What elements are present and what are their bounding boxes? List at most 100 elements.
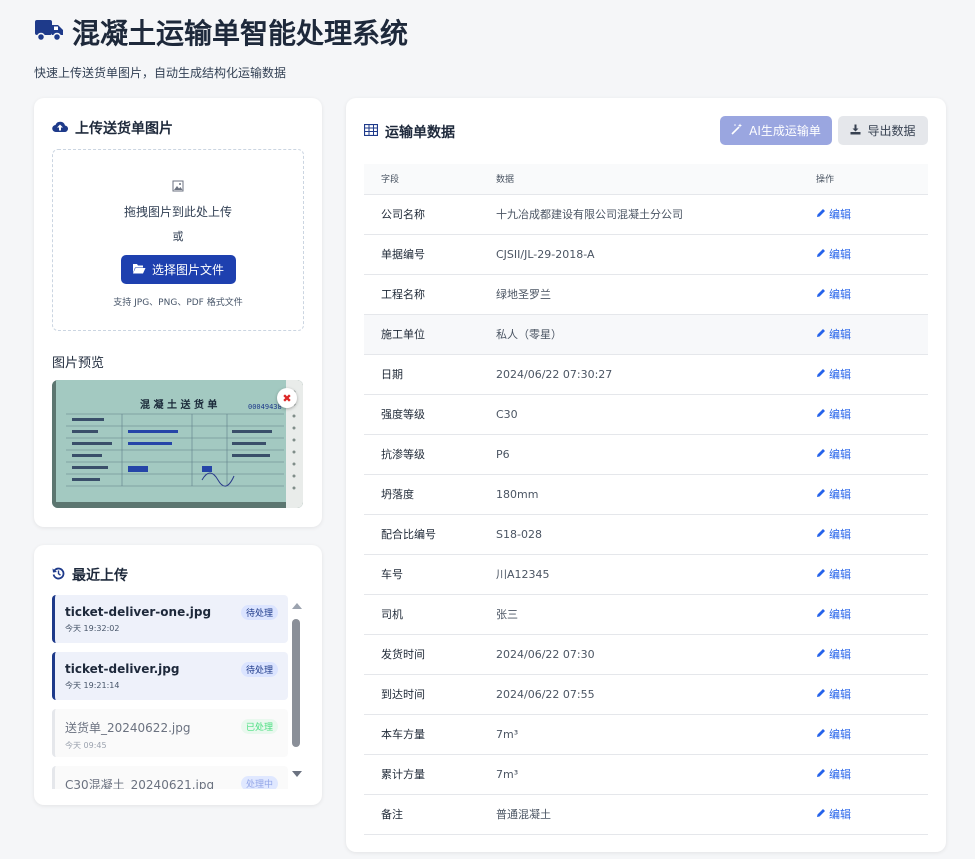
field-value: CJSII/JL-29-2018-A (496, 234, 816, 275)
download-icon (850, 124, 861, 138)
edit-button[interactable]: 编辑 (816, 806, 851, 822)
table-row: 备注 普通混凝土 编辑 (364, 794, 928, 835)
field-value: P6 (496, 434, 816, 475)
edit-button[interactable]: 编辑 (816, 686, 851, 702)
table-row: 到达时间 2024/06/22 07:55 编辑 (364, 674, 928, 715)
edit-button[interactable]: 编辑 (816, 486, 851, 502)
magic-wand-icon (731, 123, 743, 138)
edit-label: 编辑 (829, 768, 851, 781)
status-badge: 已处理 (240, 719, 278, 734)
table-row: 车号 川A12345 编辑 (364, 554, 928, 595)
upload-card-title: 上传送货单图片 (52, 118, 173, 138)
choose-file-button[interactable]: 选择图片文件 (120, 255, 236, 284)
preview-label: 图片预览 (52, 356, 105, 371)
recent-item[interactable]: C30混凝土_20240621.jpg 处理中 (52, 766, 288, 789)
table-row: 本车方量 7m³ 编辑 (364, 714, 928, 755)
edit-button[interactable]: 编辑 (816, 566, 851, 582)
edit-button[interactable]: 编辑 (816, 606, 851, 622)
edit-button[interactable]: 编辑 (816, 766, 851, 782)
scroll-up-arrow[interactable] (292, 603, 302, 609)
history-icon (52, 567, 65, 584)
pencil-icon (816, 528, 826, 541)
field-value: 十九冶成都建设有限公司混凝土分公司 (496, 194, 816, 235)
table-icon (363, 123, 379, 140)
edit-button[interactable]: 编辑 (816, 446, 851, 462)
edit-label: 编辑 (829, 368, 851, 381)
recent-item[interactable]: 送货单_20240622.jpg 今天 09:45 已处理 (52, 709, 288, 757)
edit-button[interactable]: 编辑 (816, 206, 851, 222)
folder-open-icon (132, 263, 146, 277)
edit-label: 编辑 (829, 688, 851, 701)
field-name: 坍落度 (364, 474, 496, 515)
edit-button[interactable]: 编辑 (816, 646, 851, 662)
edit-label: 编辑 (829, 568, 851, 581)
field-name: 车号 (364, 554, 496, 595)
recent-item-time: 今天 19:32:02 (65, 624, 120, 633)
recent-card-title: 最近上传 (52, 565, 128, 585)
field-value: 川A12345 (496, 554, 816, 595)
field-name: 公司名称 (364, 194, 496, 235)
table-row: 累计方量 7m³ 编辑 (364, 754, 928, 795)
page-title: 混凝土运输单智能处理系统 (34, 12, 408, 52)
pencil-icon (816, 688, 826, 701)
action-cell: 编辑 (816, 354, 928, 395)
recent-item[interactable]: ticket-deliver-one.jpg 今天 19:32:02 待处理 (52, 595, 288, 643)
pencil-icon (816, 368, 826, 381)
edit-button[interactable]: 编辑 (816, 526, 851, 542)
field-value: C30 (496, 394, 816, 435)
edit-button[interactable]: 编辑 (816, 246, 851, 262)
field-name: 抗渗等级 (364, 434, 496, 475)
table-row: 配合比编号 S18-028 编辑 (364, 514, 928, 555)
ai-generate-button[interactable]: AI生成运输单 (720, 116, 832, 145)
field-value: 2024/06/22 07:30:27 (496, 354, 816, 395)
edit-label: 编辑 (829, 288, 851, 301)
scroll-thumb[interactable] (292, 619, 300, 747)
recent-scrollbar[interactable] (290, 603, 302, 783)
pencil-icon (816, 288, 826, 301)
edit-button[interactable]: 编辑 (816, 406, 851, 422)
action-cell: 编辑 (816, 474, 928, 515)
recent-item[interactable]: ticket-deliver.jpg 今天 19:21:14 待处理 (52, 652, 288, 700)
field-name: 单据编号 (364, 234, 496, 275)
truck-icon (34, 16, 64, 49)
page-subtitle: 快速上传送货单图片，自动生成结构化运输数据 (34, 66, 287, 80)
action-cell: 编辑 (816, 194, 928, 235)
field-name: 发货时间 (364, 634, 496, 675)
edit-label: 编辑 (829, 488, 851, 501)
scroll-down-arrow[interactable] (292, 771, 302, 777)
export-button[interactable]: 导出数据 (838, 116, 928, 145)
field-name: 日期 (364, 354, 496, 395)
edit-label: 编辑 (829, 648, 851, 661)
recent-card: 最近上传 ticket-deliver-one.jpg 今天 19:32:02 … (34, 545, 322, 805)
field-name: 本车方量 (364, 714, 496, 755)
pencil-icon (816, 568, 826, 581)
field-value: 私人（零星） (496, 314, 816, 355)
edit-button[interactable]: 编辑 (816, 286, 851, 302)
column-header: 数据 (496, 164, 816, 195)
table-row: 强度等级 C30 编辑 (364, 394, 928, 435)
field-name: 到达时间 (364, 674, 496, 715)
action-cell: 编辑 (816, 274, 928, 315)
status-badge: 待处理 (240, 662, 278, 677)
field-value: 2024/06/22 07:30 (496, 634, 816, 675)
edit-button[interactable]: 编辑 (816, 366, 851, 382)
pencil-icon (816, 248, 826, 261)
drop-text: 拖拽图片到此处上传 (123, 205, 232, 219)
table-row: 施工单位 私人（零星） 编辑 (364, 314, 928, 355)
action-cell: 编辑 (816, 234, 928, 275)
action-cell: 编辑 (816, 594, 928, 635)
edit-button[interactable]: 编辑 (816, 326, 851, 342)
pencil-icon (816, 408, 826, 421)
field-value: 普通混凝土 (496, 794, 816, 835)
pencil-icon (816, 608, 826, 621)
edit-label: 编辑 (829, 728, 851, 741)
remove-image-button[interactable]: ✖ (277, 388, 297, 408)
dropzone[interactable]: 拖拽图片到此处上传 或 选择图片文件 支持 JPG、PNG、PDF 格式文件 (52, 149, 304, 331)
recent-item-time: 今天 09:45 (65, 741, 107, 750)
edit-button[interactable]: 编辑 (816, 726, 851, 742)
recent-list[interactable]: ticket-deliver-one.jpg 今天 19:32:02 待处理 t… (52, 595, 288, 789)
edit-label: 编辑 (829, 448, 851, 461)
pencil-icon (816, 728, 826, 741)
pencil-icon (816, 768, 826, 781)
action-cell: 编辑 (816, 634, 928, 675)
